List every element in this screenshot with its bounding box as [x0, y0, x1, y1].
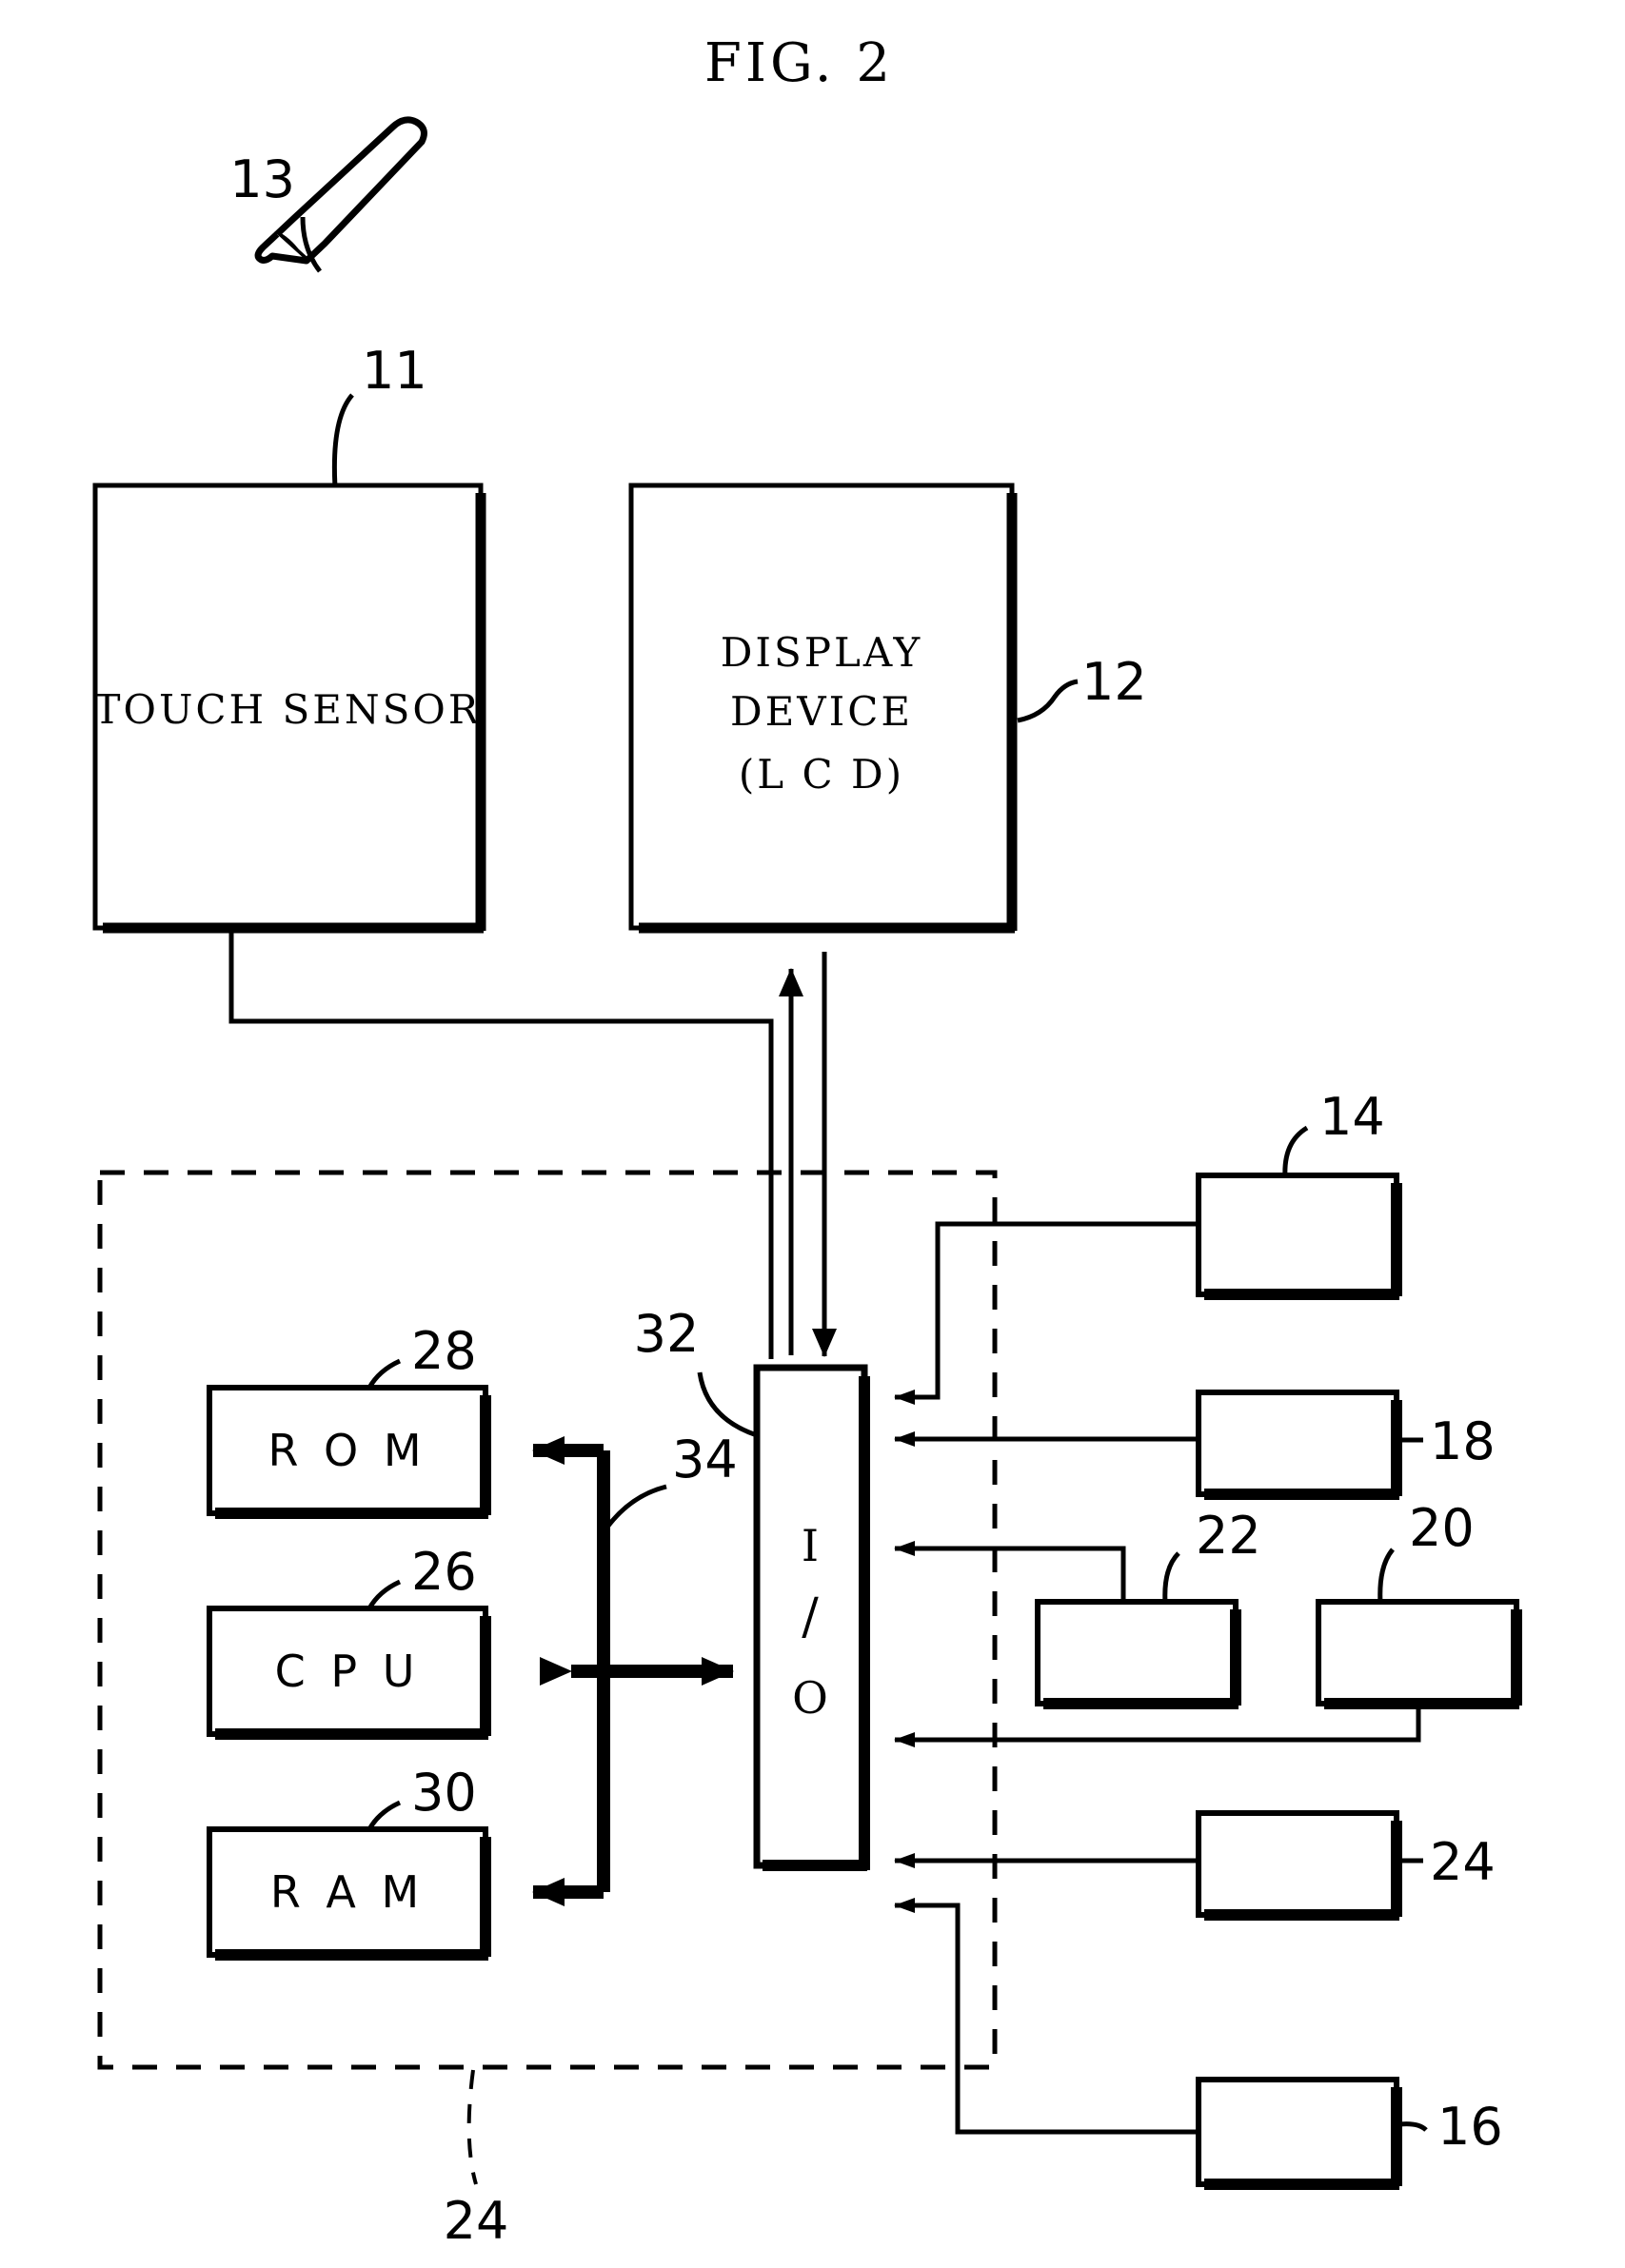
block-ram[interactable]: R A M [207, 1826, 491, 1961]
block-unit-24[interactable] [1196, 1810, 1402, 1921]
ref-34: 34 [672, 1430, 738, 1489]
leader-32 [697, 1371, 758, 1438]
ref-32: 32 [634, 1304, 700, 1364]
connection-20-to-io [894, 1706, 1421, 1747]
ref-28: 28 [411, 1321, 477, 1381]
leader-26 [367, 1579, 402, 1610]
page-title: FIG. 2 [704, 32, 894, 94]
ref-16: 16 [1437, 2097, 1503, 2157]
ref-18: 18 [1430, 1411, 1496, 1471]
block-label-cpu: C P U [275, 1646, 421, 1697]
leader-34 [601, 1484, 667, 1534]
connection-14-to-io [894, 1221, 1199, 1405]
ref-11: 11 [362, 341, 427, 401]
block-unit-18[interactable] [1196, 1390, 1402, 1500]
patent-figure-svg: FIG. 2 13 TOUCH SENSOR 11 DISPLAY DEVICE… [92, 32, 1522, 2251]
block-unit-22[interactable] [1035, 1599, 1241, 1709]
leader-16 [1398, 2121, 1428, 2132]
block-label-ram: R A M [270, 1866, 425, 1918]
connection-16-to-io [894, 1898, 1199, 2135]
leader-12 [1017, 679, 1079, 723]
ref-26: 26 [411, 1542, 477, 1602]
block-label-display-line2: DEVICE [730, 688, 913, 735]
ref-24-right: 24 [1430, 1832, 1496, 1892]
leader-11 [331, 393, 354, 488]
block-label-display-line1: DISPLAY [721, 629, 923, 676]
internal-bus [532, 1436, 734, 1906]
block-label-rom: R O M [268, 1425, 426, 1476]
block-label-touch-sensor: TOUCH SENSOR [94, 686, 482, 733]
ref-20: 20 [1409, 1498, 1475, 1558]
ref-24-enclosure: 24 [444, 2191, 509, 2251]
block-cpu[interactable]: C P U [207, 1606, 491, 1740]
leader-14 [1282, 1125, 1309, 1178]
ref-12: 12 [1081, 652, 1147, 712]
block-label-display-line3: (L C D) [739, 751, 904, 798]
leader-20 [1377, 1548, 1395, 1604]
block-io[interactable]: I / O [753, 1364, 870, 1871]
figure-canvas: FIG. 2 13 TOUCH SENSOR 11 DISPLAY DEVICE… [0, 0, 1625, 2268]
connection-touch-to-io [228, 931, 774, 1359]
ref-14: 14 [1319, 1087, 1385, 1147]
ref-13: 13 [229, 149, 295, 209]
block-unit-16[interactable] [1196, 2077, 1402, 2190]
block-display-device[interactable]: DISPLAY DEVICE (L C D) [628, 483, 1018, 934]
leader-28 [367, 1358, 402, 1390]
block-label-io-o: O [792, 1672, 828, 1724]
leader-22 [1162, 1551, 1180, 1604]
block-label-io-slash: / [802, 1588, 819, 1646]
leader-24-enclosure [466, 2069, 478, 2185]
leader-30 [367, 1800, 402, 1831]
ref-30: 30 [411, 1763, 477, 1823]
connection-22-to-io [894, 1541, 1126, 1602]
block-unit-20[interactable] [1316, 1599, 1522, 1709]
block-touch-sensor[interactable]: TOUCH SENSOR [92, 483, 486, 934]
ref-22: 22 [1196, 1506, 1261, 1566]
block-unit-14[interactable] [1196, 1173, 1402, 1300]
block-rom[interactable]: R O M [207, 1385, 491, 1519]
block-label-io-i: I [802, 1520, 819, 1571]
